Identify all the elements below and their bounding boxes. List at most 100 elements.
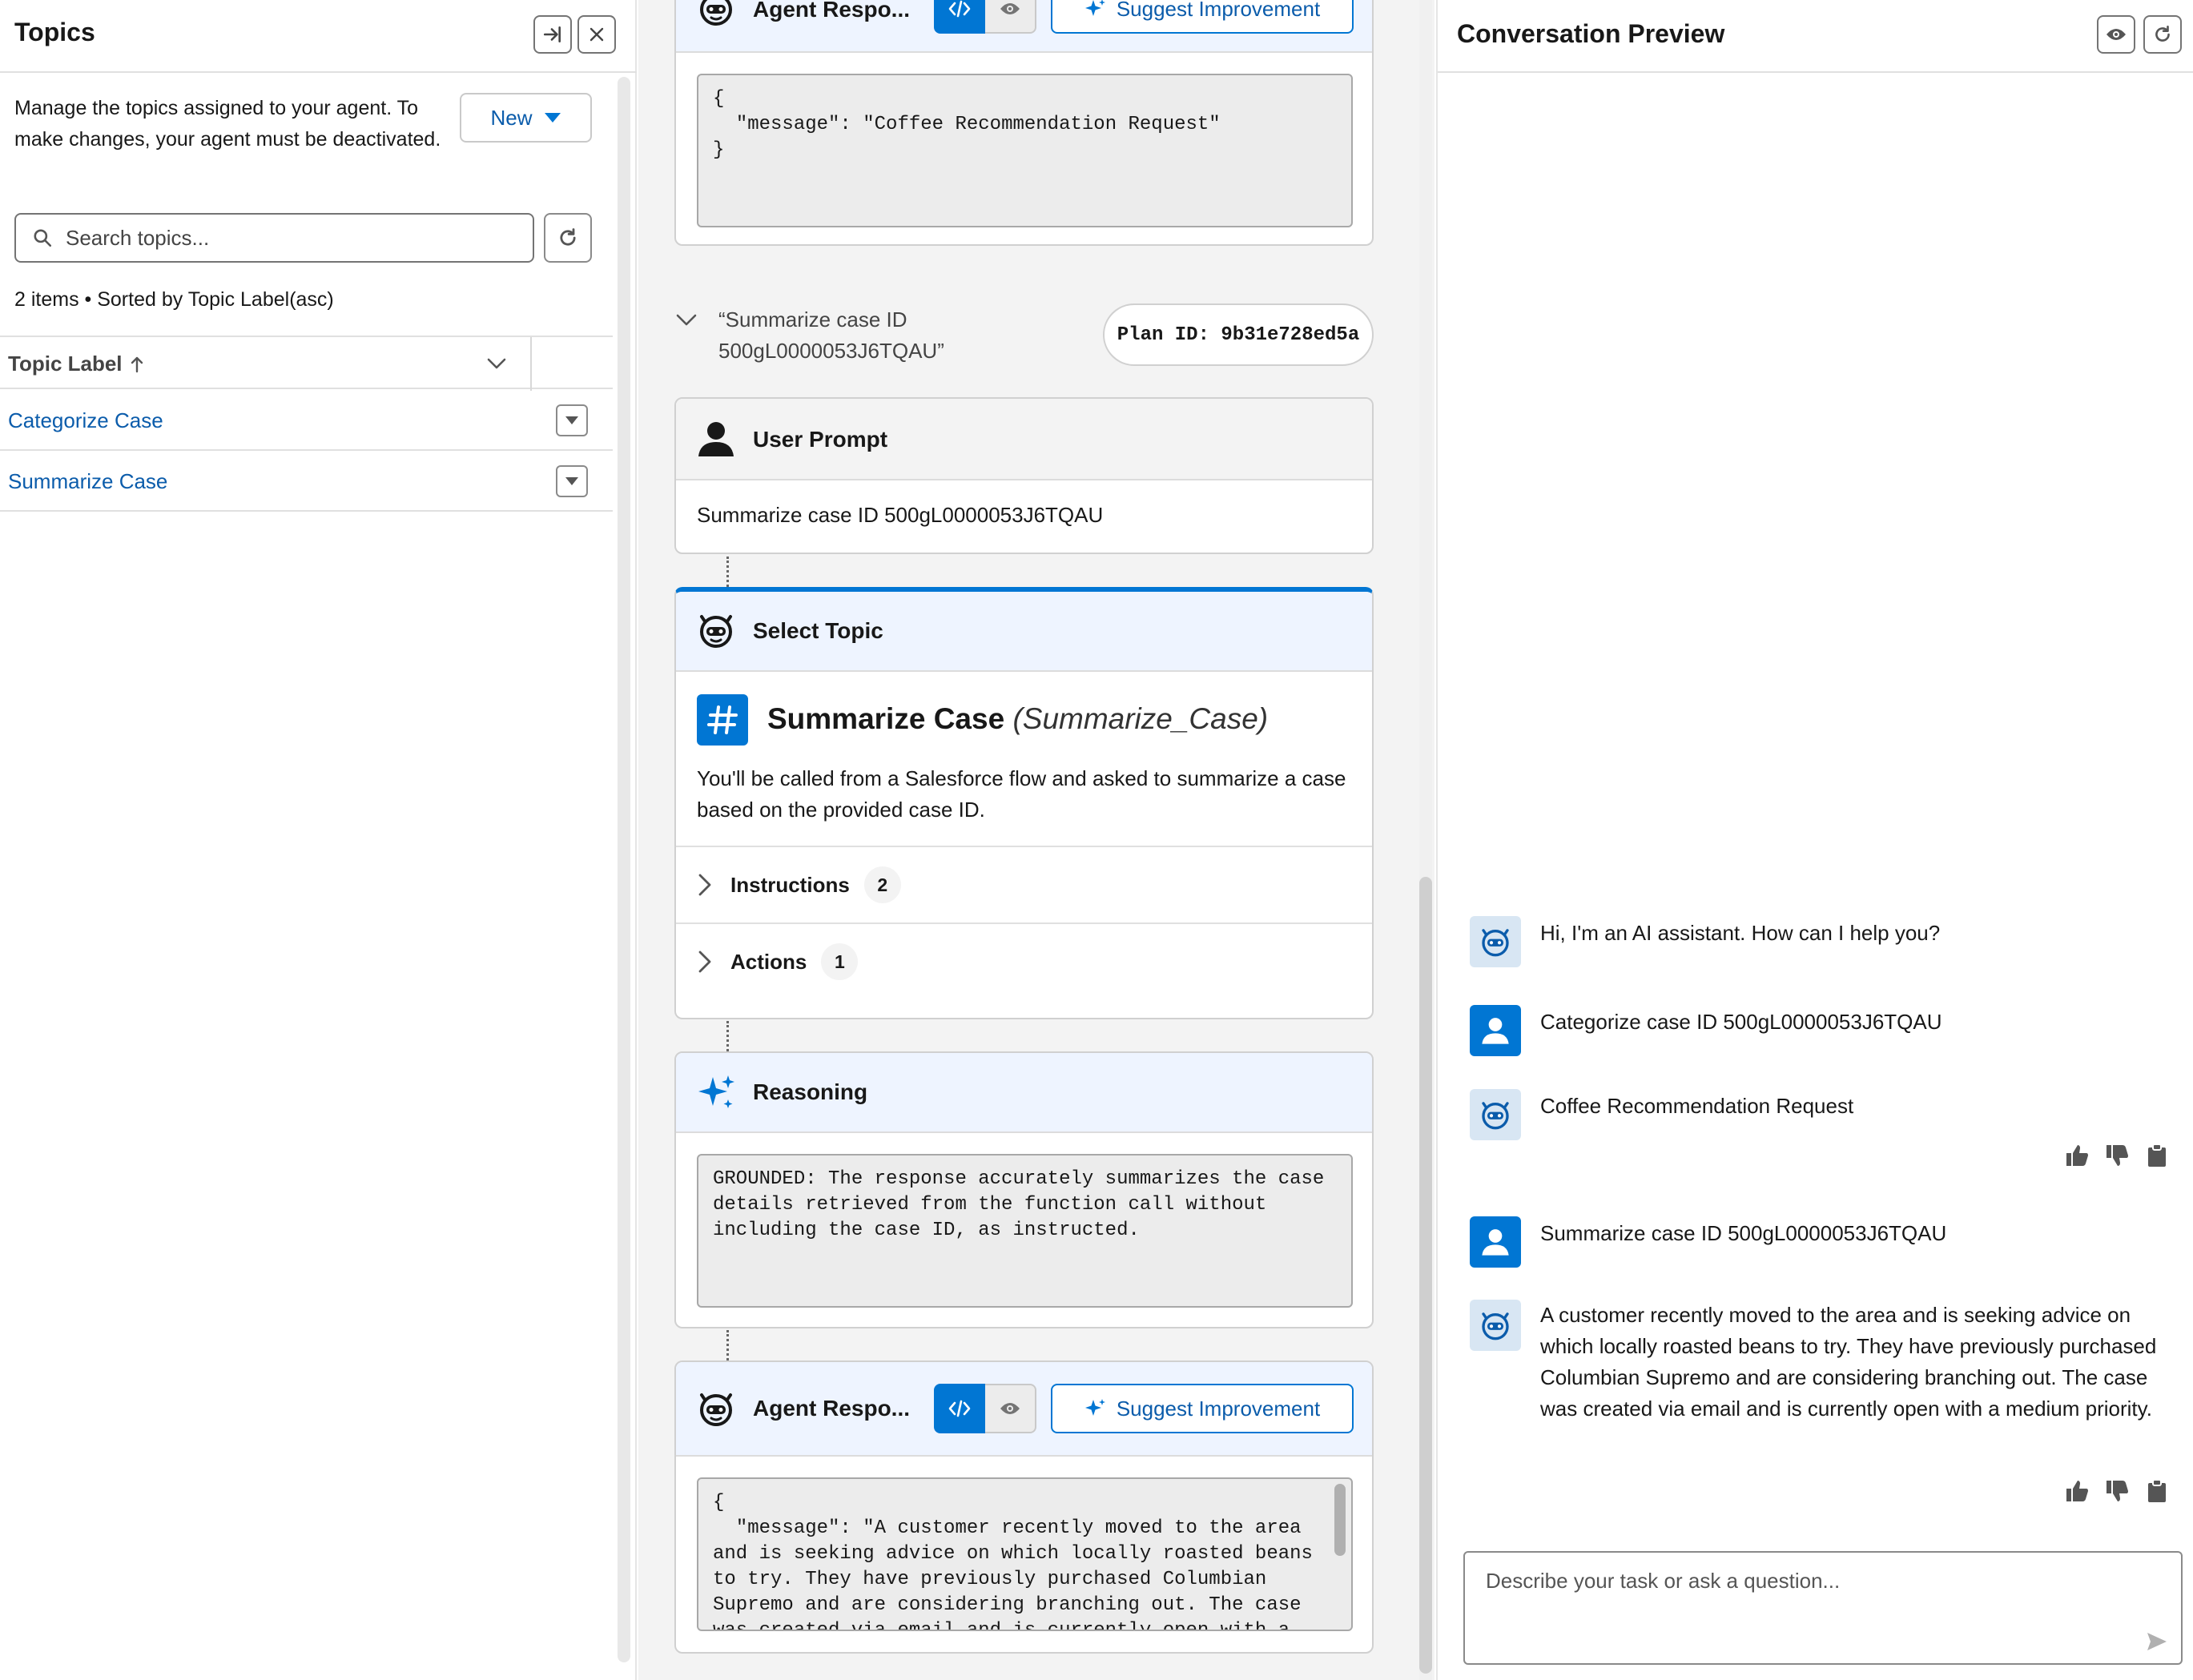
items-count-text: 2 items • Sorted by Topic Label(asc) [14,288,334,311]
agent-response-card-bottom: Agent Respo... Suggest Improvement { "me… [674,1360,1374,1654]
chevron-down-icon[interactable] [486,355,507,372]
view-toggle [934,1384,1036,1433]
preview-view-button[interactable] [985,0,1036,34]
reasoning-title: Reasoning [753,1079,868,1104]
collapse-plan-icon[interactable] [674,311,698,330]
caret-down-icon [565,416,578,424]
code-icon [948,1400,971,1417]
column-header-label: Topic Label [8,352,123,376]
agent-response-card-top: Agent Respo... Suggest Improvement { "me… [674,0,1374,246]
table-row: Categorize Case [0,391,613,451]
chat-input[interactable] [1484,1567,2141,1647]
instructions-count-badge: 2 [863,866,901,903]
agent-response-title: Agent Respo... [753,0,911,22]
chevron-right-icon [698,874,711,896]
preview-visibility-button[interactable] [2097,15,2135,54]
search-topics-box[interactable] [14,213,534,263]
sort-ascending-icon [131,356,143,372]
plan-summary-text: “Summarize case ID 500gL0000053J6TQAU” [718,307,944,363]
eye-icon [1000,3,1020,14]
collapse-panel-button[interactable] [533,15,572,54]
row-actions-button[interactable] [556,465,588,497]
message-text: A customer recently moved to the area an… [1540,1303,2157,1421]
user-person-icon [1482,1229,1509,1256]
actions-count-badge: 1 [821,943,859,980]
user-avatar [1470,1005,1521,1056]
copy-clipboard-icon[interactable] [2145,1143,2169,1168]
reasoning-header: Reasoning [676,1053,1372,1133]
select-topic-header: Select Topic [676,592,1372,672]
agent-response-code-top[interactable]: { "message": "Coffee Recommendation Requ… [697,74,1353,227]
collapse-right-icon [543,26,561,42]
user-prompt-card: User Prompt Summarize case ID 500gL00000… [674,397,1374,554]
topic-link-categorize-case[interactable]: Categorize Case [8,408,163,433]
conversation-header: Conversation Preview [1438,0,2193,73]
code-view-button[interactable] [934,0,985,34]
new-topic-button[interactable]: New [460,93,592,143]
reset-conversation-button[interactable] [2143,15,2182,54]
select-topic-title: Select Topic [753,618,883,643]
topic-link-summarize-case[interactable]: Summarize Case [8,469,167,494]
message-text: Coffee Recommendation Request [1540,1094,1854,1118]
row-actions-button[interactable] [556,404,588,436]
instructions-label: Instructions [730,872,850,897]
topic-label-column-header[interactable]: Topic Label [8,352,145,376]
connector-line [726,1021,729,1051]
topic-api-name: (Summarize_Case) [1012,702,1269,735]
close-panel-button[interactable] [577,15,616,54]
table-row: Summarize Case [0,452,613,512]
code-view-button[interactable] [934,1384,985,1433]
thumbs-up-icon[interactable] [2065,1479,2089,1503]
user-prompt-header: User Prompt [676,399,1372,480]
refresh-topics-button[interactable] [544,213,592,263]
agent-robot-icon [1482,1102,1509,1130]
conversation-preview-panel: Conversation Preview Hi, I'm an AI assis… [1436,0,2193,1680]
plan-scrollbar[interactable] [1419,877,1432,1674]
topics-table-header: Topic Label [0,336,613,391]
topics-scrollbar[interactable] [618,77,630,1662]
chat-message-bot: Coffee Recommendation Request [1470,1089,2175,1145]
topics-title: Topics [14,18,95,46]
topics-description: Manage the topics assigned to your agent… [14,97,441,151]
suggest-improvement-button-bottom[interactable]: Suggest Improvement [1051,1384,1354,1433]
agent-response-title: Agent Respo... [753,1396,911,1421]
chat-message-bot: A customer recently moved to the area an… [1470,1300,2175,1460]
agent-avatar [1470,1089,1521,1140]
agent-robot-icon [1482,1312,1509,1340]
select-topic-card: Select Topic Summarize Case (Summarize_C… [674,587,1374,1019]
topic-description: You'll be called from a Salesforce flow … [697,766,1346,822]
caret-down-icon [565,477,578,485]
suggest-improvement-label: Suggest Improvement [1116,1396,1321,1421]
message-text: Categorize case ID 500gL0000053J6TQAU [1540,1010,1942,1034]
user-person-icon [1482,1018,1509,1044]
chat-message-user: Categorize case ID 500gL0000053J6TQAU [1470,1005,2175,1061]
agent-robot-icon [1482,929,1509,957]
chat-message-bot: Hi, I'm an AI assistant. How can I help … [1470,916,2175,972]
plan-trace-panel: Agent Respo... Suggest Improvement { "me… [638,0,1435,1680]
agent-response-code-bottom[interactable]: { "message": "A customer recently moved … [697,1477,1353,1631]
actions-label: Actions [730,949,807,974]
feedback-actions [2065,1479,2169,1503]
chevron-right-icon [698,951,711,973]
sparkle-icon [1084,1399,1105,1416]
agent-robot-icon [700,1393,732,1426]
agent-response-header: Agent Respo... Suggest Improvement [676,1362,1372,1457]
suggest-improvement-button-top[interactable]: Suggest Improvement [1051,0,1354,34]
connector-line [726,1330,729,1360]
copy-clipboard-icon[interactable] [2145,1479,2169,1503]
agent-robot-icon [700,0,732,26]
refresh-icon [2155,25,2170,42]
search-topics-input[interactable] [64,224,513,251]
actions-expander[interactable]: Actions 1 [676,922,1372,999]
reasoning-card: Reasoning GROUNDED: The response accurat… [674,1051,1374,1328]
send-icon[interactable] [2146,1631,2168,1652]
thumbs-down-icon[interactable] [2105,1143,2129,1168]
search-icon [34,229,52,247]
preview-view-button[interactable] [985,1384,1036,1433]
code-scrollbar[interactable] [1334,1484,1346,1556]
refresh-icon [560,228,576,246]
thumbs-down-icon[interactable] [2105,1479,2129,1503]
instructions-expander[interactable]: Instructions 2 [676,846,1372,922]
reasoning-text[interactable]: GROUNDED: The response accurately summar… [697,1154,1353,1308]
thumbs-up-icon[interactable] [2065,1143,2089,1168]
